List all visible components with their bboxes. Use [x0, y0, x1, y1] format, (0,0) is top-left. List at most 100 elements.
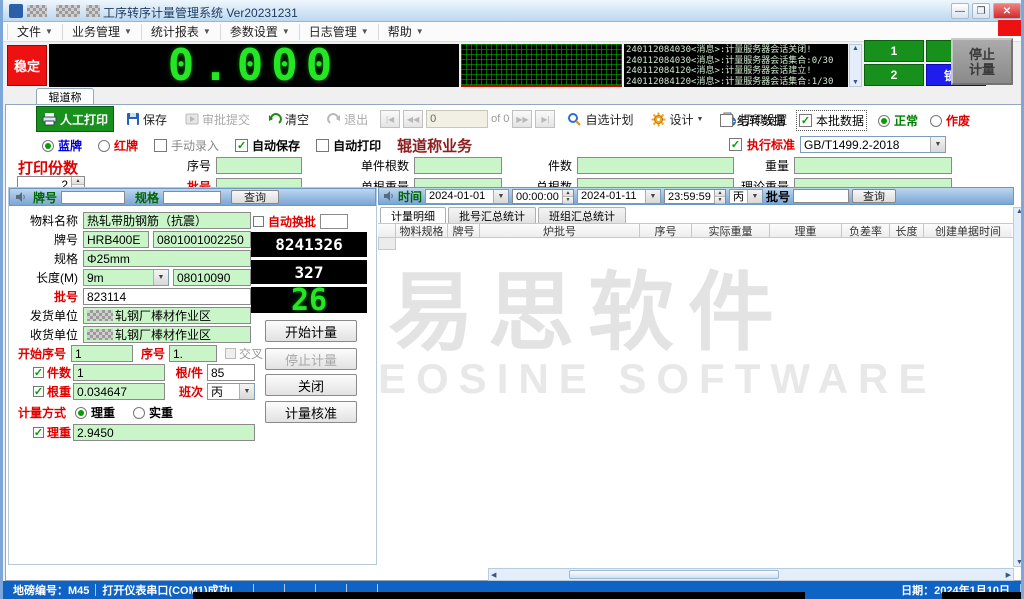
material-input[interactable]	[83, 212, 251, 229]
approve-submit-button[interactable]: 审批提交	[179, 106, 256, 132]
scroll-down-icon[interactable]: ▼	[1016, 559, 1023, 566]
scrollbar-thumb[interactable]	[569, 570, 779, 579]
menu-settings[interactable]: 参数设置▼	[220, 24, 299, 40]
scroll-right-icon[interactable]: ▶	[1006, 571, 1011, 579]
bar-weight-checkbox[interactable]: ✓ 根重	[11, 383, 71, 400]
batch-no-input[interactable]	[83, 288, 251, 305]
manual-print-button[interactable]: 人工打印	[36, 106, 114, 132]
auto-batch-checkbox[interactable]: 自动换批	[253, 213, 348, 230]
scale-2-button[interactable]: 2	[864, 64, 924, 86]
col-grade[interactable]: 牌号	[448, 224, 480, 237]
spec-search-input[interactable]	[163, 191, 221, 204]
void-radio[interactable]: 作废	[930, 112, 970, 129]
menu-file[interactable]: 文件▼	[7, 24, 62, 40]
seq2-input[interactable]	[169, 345, 217, 362]
menu-reports[interactable]: 统计报表▼	[141, 24, 220, 40]
close-button[interactable]: ✕	[993, 3, 1021, 19]
theory-checkbox[interactable]: ✓ 理重	[11, 424, 71, 441]
exit-button[interactable]: 退出	[321, 106, 374, 132]
nav-last-icon[interactable]: ▶|	[535, 110, 555, 128]
save-button[interactable]: 保存	[120, 106, 173, 132]
restore-button[interactable]: ❐	[972, 3, 990, 19]
time-from-stepper[interactable]: 00:00:00▲▼	[512, 189, 574, 204]
this-batch-checkbox[interactable]: ✓本批数据	[797, 111, 866, 130]
col-length[interactable]: 长度	[890, 224, 924, 237]
brand-search-input[interactable]	[61, 191, 125, 204]
spec-input[interactable]	[83, 250, 251, 267]
right-query-button[interactable]: 查询	[852, 189, 896, 203]
close-panel-button[interactable]: 关闭	[265, 374, 357, 396]
record-index-input[interactable]	[426, 110, 488, 128]
manual-entry-checkbox[interactable]: 手动录入	[154, 137, 219, 154]
bar-weight-input[interactable]	[73, 383, 165, 400]
col-furnace-batch[interactable]: 炉批号	[480, 224, 640, 237]
tab-measure-detail[interactable]: 计量明细	[380, 207, 446, 223]
spin-down-icon[interactable]: ▼	[715, 197, 725, 204]
col-actual-weight[interactable]: 实际重量	[692, 224, 770, 237]
cross-checkbox[interactable]: 交叉	[225, 345, 263, 362]
clear-button[interactable]: 清空	[262, 106, 315, 132]
normal-radio[interactable]: 正常	[878, 112, 918, 129]
blue-plate-radio[interactable]: 蓝牌	[42, 137, 82, 154]
start-seq-input[interactable]	[71, 345, 133, 362]
menu-business[interactable]: 业务管理▼	[62, 24, 141, 40]
start-measure-button[interactable]: 开始计量	[265, 320, 357, 342]
weight-input[interactable]	[794, 157, 952, 174]
per-piece-count-input[interactable]	[414, 157, 502, 174]
length-code-input[interactable]	[173, 269, 251, 286]
pieces-checkbox[interactable]: ✓ 件数	[11, 364, 71, 381]
batch-filter-input[interactable]	[793, 189, 849, 203]
length-select[interactable]: 9m▼	[83, 269, 169, 286]
consignor-input[interactable]: 轧钢厂棒材作业区	[83, 307, 251, 324]
col-theory-weight[interactable]: 理重	[770, 224, 842, 237]
spin-up-icon[interactable]: ▲	[72, 177, 84, 185]
date-from-select[interactable]: 2024-01-01▼	[425, 189, 509, 204]
spin-down-icon[interactable]: ▼	[563, 197, 573, 204]
theory-value-input[interactable]	[73, 424, 255, 441]
standard-select[interactable]: GB/T1499.2-2018 ▼	[800, 136, 946, 153]
shift-filter-select[interactable]: 丙▼	[729, 189, 763, 204]
tab-roller-scale[interactable]: 辊道称	[36, 88, 94, 104]
seq-input[interactable]	[216, 157, 302, 174]
stop-measure-big-button[interactable]: 停止计量	[951, 38, 1013, 85]
scale-1-button[interactable]: 1	[864, 40, 924, 62]
mode-actual-radio[interactable]: 实重	[133, 404, 173, 421]
table-horizontal-scrollbar[interactable]: ◀ ▶	[488, 568, 1014, 581]
grade-code-input[interactable]	[153, 231, 251, 248]
nav-first-icon[interactable]: |◀	[380, 110, 400, 128]
col-deviation[interactable]: 负差率	[842, 224, 890, 237]
scroll-up-icon[interactable]: ▲	[1016, 208, 1023, 215]
tab-batch-summary[interactable]: 批号汇总统计	[448, 207, 536, 223]
per-piece-input[interactable]	[207, 364, 255, 381]
time-to-stepper[interactable]: 23:59:59▲▼	[664, 189, 726, 204]
scroll-up-icon[interactable]: ▲	[852, 45, 859, 52]
grade-input[interactable]	[83, 231, 149, 248]
auto-batch-input[interactable]	[320, 214, 348, 229]
pieces-input[interactable]	[577, 157, 734, 174]
auto-save-checkbox[interactable]: ✓自动保存	[235, 137, 300, 154]
stop-measure-button[interactable]: 停止计量	[265, 348, 357, 370]
shift-select[interactable]: 丙▼	[207, 383, 255, 400]
col-seq[interactable]: 序号	[640, 224, 692, 237]
spin-up-icon[interactable]: ▲	[715, 190, 725, 197]
date-to-select[interactable]: 2024-01-11▼	[577, 189, 661, 204]
design-button[interactable]: 设计 ▼	[645, 106, 709, 132]
col-material-spec[interactable]: 物料规格	[396, 224, 448, 237]
table-vertical-scrollbar[interactable]: ▲ ▼	[1013, 207, 1024, 567]
verify-measure-button[interactable]: 计量核准	[265, 401, 357, 423]
menu-logs[interactable]: 日志管理▼	[299, 24, 378, 40]
mode-theory-radio[interactable]: 理重	[75, 404, 115, 421]
minimize-button[interactable]: —	[951, 3, 969, 19]
consignee-input[interactable]: 轧钢厂棒材作业区	[83, 326, 251, 343]
left-query-button[interactable]: 查询	[231, 190, 279, 204]
pieces-count-input[interactable]	[73, 364, 165, 381]
menu-help[interactable]: 帮助▼	[378, 24, 433, 40]
spin-up-icon[interactable]: ▲	[563, 190, 573, 197]
tab-shift-summary[interactable]: 班组汇总统计	[538, 207, 626, 223]
scroll-down-icon[interactable]: ▼	[852, 79, 859, 86]
nav-next-icon[interactable]: ▶▶	[512, 110, 532, 128]
red-plate-radio[interactable]: 红牌	[98, 137, 138, 154]
carryover-checkbox[interactable]: 结转数据	[720, 112, 785, 129]
auto-print-checkbox[interactable]: 自动打印	[316, 137, 381, 154]
scroll-left-icon[interactable]: ◀	[491, 571, 496, 579]
